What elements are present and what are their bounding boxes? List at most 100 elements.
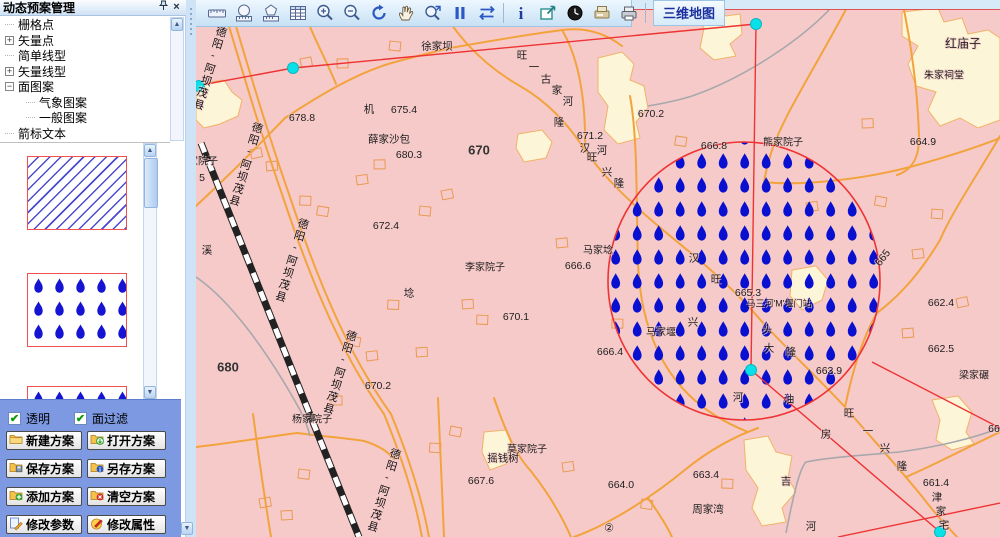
edit-props-button[interactable]: 修改属性	[87, 515, 166, 534]
toolbar-separator	[645, 3, 646, 23]
pause-icon[interactable]	[446, 0, 473, 26]
clear-plan-folder-icon	[90, 488, 104, 506]
plan-button-label: 修改参数	[26, 516, 74, 533]
checkbox-label: 透明	[26, 410, 50, 427]
tree-item-一般图案[interactable]: 一般图案	[0, 110, 170, 126]
save-plan-folder-button[interactable]: 保存方案	[6, 459, 82, 478]
edit-params-icon	[9, 516, 23, 534]
tree-item-矢量点[interactable]: + 矢量点	[0, 33, 170, 49]
vertex-handle[interactable]	[746, 365, 757, 376]
clock-icon[interactable]	[561, 0, 588, 26]
scroll-down-icon[interactable]: ▼	[144, 386, 156, 399]
pattern-list: ▲ ▼	[0, 142, 170, 400]
pattern-swatch-partial[interactable]	[27, 386, 127, 400]
tree-item-label: 矢量线型	[18, 63, 66, 80]
tree-item-label: 矢量点	[18, 32, 54, 49]
svg-text:i: i	[518, 4, 523, 23]
checkbox-透明[interactable]: ✔ 透明	[8, 410, 50, 427]
application-window: 徐家坝红庙子朱家祠堂熊家院子664.9670.2666.8671.2汉河隆旺一古…	[0, 0, 1000, 537]
vertex-handle[interactable]	[751, 19, 762, 30]
scroll-thumb[interactable]	[144, 158, 158, 208]
panel-splitter[interactable]	[186, 0, 196, 537]
edit-props-icon	[90, 516, 104, 534]
full-extent-icon[interactable]	[365, 0, 392, 26]
new-plan-folder-button[interactable]: 新建方案	[6, 431, 82, 450]
open-plan-folder-icon	[90, 432, 104, 450]
plan-button-label: 打开方案	[107, 432, 155, 449]
printer-icon[interactable]	[615, 0, 642, 26]
grid-icon[interactable]	[284, 0, 311, 26]
toolbar-separator	[503, 3, 504, 23]
panel-titlebar: 动态预案管理 ×	[0, 0, 186, 16]
toolbar: i 三维地图	[196, 0, 632, 27]
info-icon[interactable]: i	[507, 0, 534, 26]
measure-circle-icon[interactable]	[230, 0, 257, 26]
export-icon[interactable]	[534, 0, 561, 26]
saveas-plan-folder-button[interactable]: i 另存方案	[87, 459, 166, 478]
pin-icon[interactable]	[157, 0, 170, 15]
print-preview-icon[interactable]	[588, 0, 615, 26]
zoom-select-icon[interactable]	[419, 0, 446, 26]
vertex-handle[interactable]	[196, 81, 205, 92]
tree-item-矢量线型[interactable]: + 矢量线型	[0, 64, 170, 80]
edit-params-button[interactable]: 修改参数	[6, 515, 82, 534]
tree-item-气象图案[interactable]: 气象图案	[0, 95, 170, 111]
tree-item-面图案[interactable]: −面图案	[0, 79, 170, 95]
swap-refresh-icon[interactable]	[473, 0, 500, 26]
new-plan-folder-icon	[9, 432, 23, 450]
tree-item-栅格点[interactable]: 栅格点	[0, 17, 170, 33]
checkbox-box-icon[interactable]: ✔	[8, 412, 21, 425]
zoom-out-icon[interactable]	[338, 0, 365, 26]
tree-item-箭标文本[interactable]: 箭标文本	[0, 126, 170, 142]
tree-connector	[5, 55, 14, 56]
plan-button-label: 清空方案	[107, 488, 155, 505]
clear-plan-folder-button[interactable]: 清空方案	[87, 487, 166, 506]
measure-distance-icon[interactable]	[203, 0, 230, 26]
panel-title: 动态预案管理	[3, 0, 75, 16]
plan-button-label: 另存方案	[107, 460, 155, 477]
scroll-up-icon[interactable]: ▲	[171, 18, 183, 31]
vertex-handle[interactable]	[288, 63, 299, 74]
plan-panel: ✔ 透明 ✔ 面过滤 新建方案 打开方案保存方案 i 另存方案添加方案 清空方案修改参数 修改属…	[0, 399, 181, 537]
plan-button-label: 保存方案	[26, 460, 74, 477]
tree-item-label: 气象图案	[39, 94, 87, 111]
map-vector-layer	[196, 0, 1000, 537]
tree-scrollbar[interactable]: ▲	[170, 17, 184, 141]
checkbox-面过滤[interactable]: ✔ 面过滤	[74, 410, 128, 427]
map-canvas[interactable]: 徐家坝红庙子朱家祠堂熊家院子664.9670.2666.8671.2汉河隆旺一古…	[196, 0, 1000, 537]
tree-item-label: 面图案	[18, 78, 54, 95]
measure-polygon-icon[interactable]	[257, 0, 284, 26]
close-icon[interactable]: ×	[170, 1, 183, 14]
tree-connector	[5, 133, 14, 134]
pattern-drops-swatch[interactable]	[27, 273, 127, 347]
vertex-handle[interactable]	[935, 527, 946, 537]
expand-icon[interactable]: +	[5, 67, 14, 76]
tree-connector	[5, 24, 14, 25]
plan-button-label: 修改属性	[107, 516, 155, 533]
checkbox-label: 面过滤	[92, 410, 128, 427]
plan-button-label: 添加方案	[26, 488, 74, 505]
saveas-plan-folder-icon: i	[90, 460, 104, 478]
map-3d-button[interactable]: 三维地图	[653, 0, 725, 26]
tree-item-label: 箭标文本	[18, 125, 66, 141]
add-plan-folder-icon	[9, 488, 23, 506]
layer-tree: 栅格点 + 矢量点简单线型 + 矢量线型−面图案气象图案一般图案箭标文本	[0, 17, 170, 141]
svg-text:i: i	[99, 466, 101, 473]
pattern-scrollbar[interactable]: ▲ ▼	[143, 143, 157, 400]
tree-item-label: 简单线型	[18, 47, 66, 64]
zoom-in-icon[interactable]	[311, 0, 338, 26]
plan-area-ellipse[interactable]	[608, 142, 880, 420]
expand-icon[interactable]: +	[5, 36, 14, 45]
checkbox-box-icon[interactable]: ✔	[74, 412, 87, 425]
pan-hand-icon[interactable]	[392, 0, 419, 26]
save-plan-folder-icon	[9, 460, 23, 478]
plan-button-label: 新建方案	[26, 432, 74, 449]
tree-item-label: 一般图案	[39, 109, 87, 126]
collapse-icon[interactable]: −	[5, 82, 14, 91]
sidebar-scroll-down-icon[interactable]: ▼	[181, 522, 193, 535]
add-plan-folder-button[interactable]: 添加方案	[6, 487, 82, 506]
tree-item-简单线型[interactable]: 简单线型	[0, 48, 170, 64]
pattern-hatch-swatch[interactable]	[27, 156, 127, 230]
open-plan-folder-button[interactable]: 打开方案	[87, 431, 166, 450]
scroll-up-icon[interactable]: ▲	[144, 144, 156, 157]
